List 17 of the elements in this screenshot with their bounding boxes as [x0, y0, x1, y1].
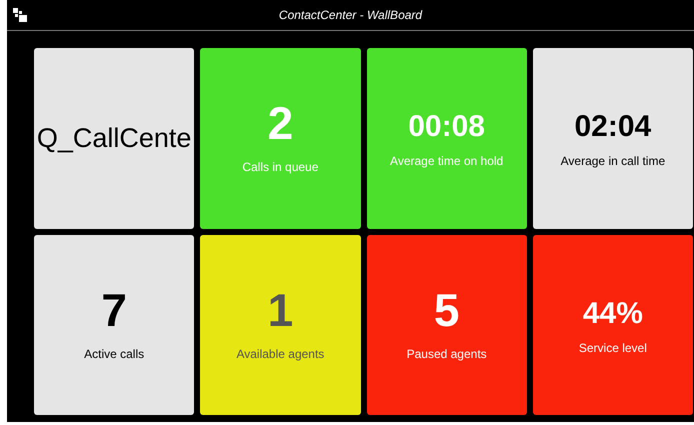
metric-value: 02:04 [574, 112, 652, 142]
metric-label: Average time on hold [390, 153, 504, 170]
window-title: ContactCenter - WallBoard [278, 7, 422, 24]
metric-value: 44% [582, 298, 643, 329]
metric-label: Average in call time [560, 153, 666, 170]
metric-label: Calls in queue [242, 159, 318, 176]
metric-value: 7 [101, 286, 127, 333]
app-logo-icon [13, 8, 27, 22]
metric-value: 00:08 [408, 112, 485, 142]
queue-name: Q_CallCente [36, 124, 192, 152]
metric-value: 5 [434, 286, 460, 333]
metric-label: Paused agents [406, 346, 487, 363]
metric-label: Active calls [84, 346, 144, 363]
metric-value: 2 [268, 100, 294, 146]
metric-label: Service level [578, 340, 647, 357]
metric-label: Available agents [236, 346, 324, 363]
metric-value: 1 [268, 286, 294, 333]
